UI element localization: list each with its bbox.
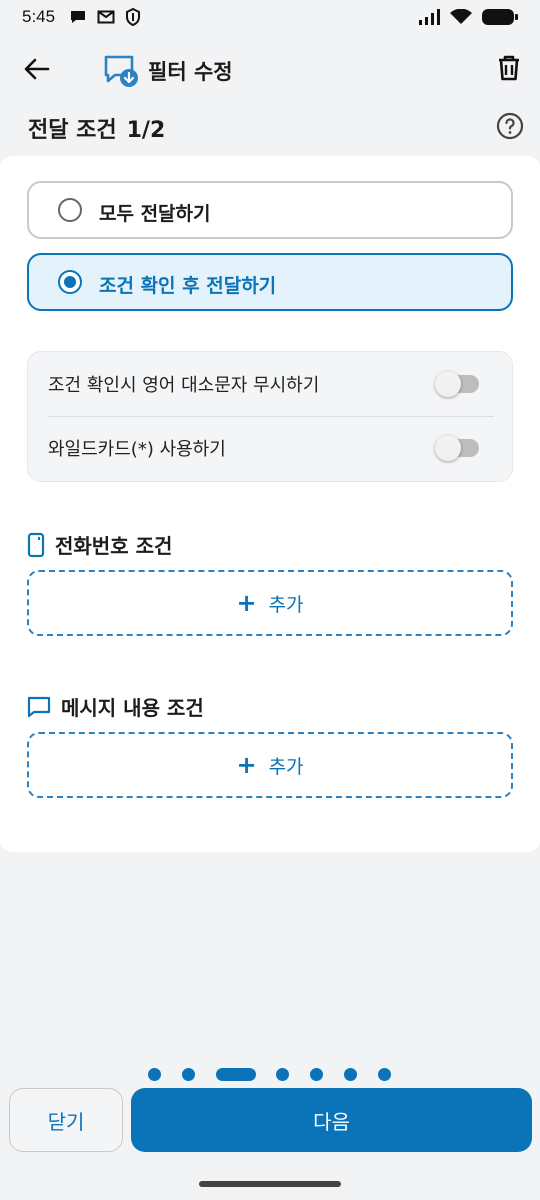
add-phone-condition-button[interactable]: + 추가 bbox=[27, 570, 513, 636]
message-section-title: 메시지 내용 조건 bbox=[61, 696, 204, 720]
back-arrow-icon[interactable] bbox=[22, 56, 52, 82]
status-time: 5:45 bbox=[22, 7, 56, 26]
page-title: 필터 수정 bbox=[148, 60, 233, 84]
add-message-condition-label: 추가 bbox=[268, 755, 304, 778]
page-dot bbox=[148, 1068, 161, 1081]
page-indicator bbox=[0, 1066, 540, 1082]
phone-icon bbox=[27, 532, 45, 557]
close-button[interactable]: 닫기 bbox=[9, 1088, 123, 1152]
status-bar: 5:45 bbox=[0, 0, 540, 34]
trash-icon[interactable] bbox=[496, 54, 522, 82]
setting-row-ignore-case: 조건 확인시 영어 대소문자 무시하기 bbox=[28, 352, 514, 416]
option-forward-conditional[interactable]: 조건 확인 후 전달하기 bbox=[27, 253, 513, 311]
step-counter: 1/2 bbox=[126, 118, 166, 143]
wildcard-toggle[interactable] bbox=[435, 435, 479, 461]
message-download-icon bbox=[104, 55, 138, 87]
home-indicator[interactable] bbox=[199, 1181, 341, 1187]
status-icons-left bbox=[69, 8, 141, 26]
radio-forward-conditional[interactable] bbox=[58, 270, 82, 294]
option-forward-all-label: 모두 전달하기 bbox=[99, 203, 211, 225]
step-title-label: 전달 조건 bbox=[28, 118, 117, 143]
add-message-condition-button[interactable]: + 추가 bbox=[27, 732, 513, 798]
phone-section-header: 전화번호 조건 bbox=[27, 530, 172, 559]
setting-wildcard-label: 와일드카드(*) 사용하기 bbox=[48, 439, 226, 460]
option-forward-all[interactable]: 모두 전달하기 bbox=[27, 181, 513, 239]
message-icon bbox=[27, 696, 51, 717]
setting-row-wildcard: 와일드카드(*) 사용하기 bbox=[28, 416, 514, 480]
message-section-header: 메시지 내용 조건 bbox=[27, 692, 204, 721]
mail-x-icon bbox=[97, 10, 115, 24]
page-dot-active bbox=[216, 1068, 256, 1081]
battery-icon bbox=[482, 9, 518, 25]
page-dot bbox=[182, 1068, 195, 1081]
next-button[interactable]: 다음 bbox=[131, 1088, 532, 1152]
wifi-icon bbox=[450, 9, 472, 24]
phone-section-title: 전화번호 조건 bbox=[55, 534, 173, 558]
help-circle-icon[interactable] bbox=[496, 112, 524, 140]
shield-icon bbox=[126, 8, 141, 26]
page-dot bbox=[344, 1068, 357, 1081]
ignore-case-toggle[interactable] bbox=[435, 371, 479, 397]
page-dot bbox=[310, 1068, 323, 1081]
plus-icon: + bbox=[236, 589, 257, 617]
step-title: 전달 조건 1/2 bbox=[28, 112, 165, 144]
chat-bubble-icon bbox=[71, 11, 86, 23]
page-dot bbox=[378, 1068, 391, 1081]
option-forward-conditional-label: 조건 확인 후 전달하기 bbox=[99, 275, 277, 297]
app-bar: 필터 수정 bbox=[0, 40, 540, 98]
status-icons-right bbox=[418, 8, 518, 26]
add-phone-condition-label: 추가 bbox=[268, 593, 304, 616]
radio-forward-all[interactable] bbox=[58, 198, 82, 222]
plus-icon: + bbox=[236, 751, 257, 779]
settings-box: 조건 확인시 영어 대소문자 무시하기 와일드카드(*) 사용하기 bbox=[27, 351, 513, 482]
signal-icon bbox=[419, 9, 440, 25]
conditions-card: 모두 전달하기 조건 확인 후 전달하기 조건 확인시 영어 대소문자 무시하기… bbox=[0, 156, 540, 852]
setting-ignore-case-label: 조건 확인시 영어 대소문자 무시하기 bbox=[48, 375, 320, 396]
page-dot bbox=[276, 1068, 289, 1081]
